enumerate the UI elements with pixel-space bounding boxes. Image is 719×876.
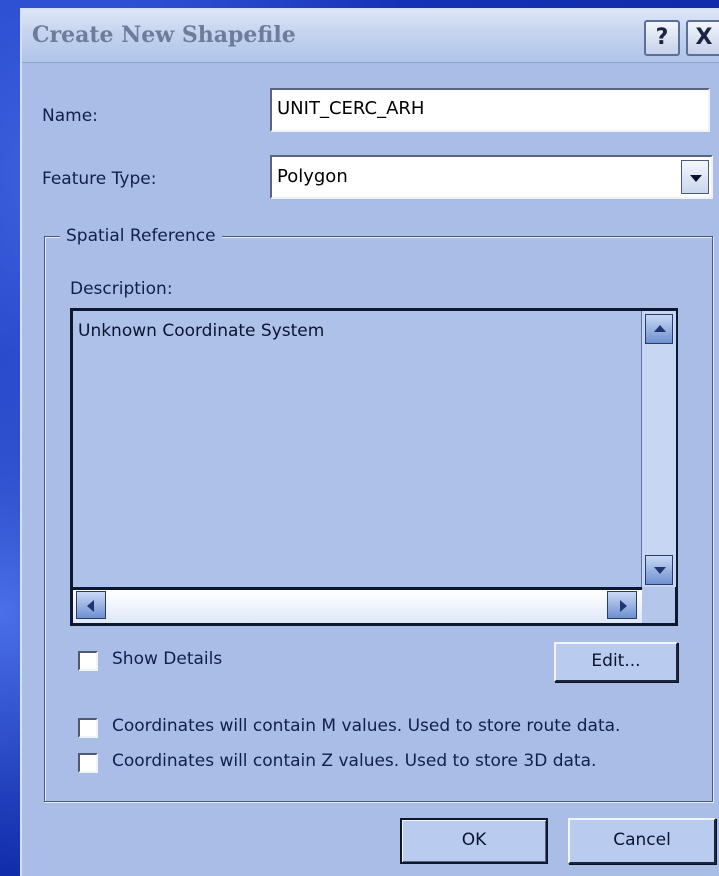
scroll-right-icon[interactable] bbox=[607, 591, 637, 619]
close-button[interactable]: X bbox=[686, 20, 719, 56]
scroll-down-icon[interactable] bbox=[645, 555, 673, 585]
cancel-button[interactable]: Cancel bbox=[568, 818, 716, 864]
show-details-label: Show Details bbox=[112, 649, 223, 669]
z-values-label: Coordinates will contain Z values. Used … bbox=[112, 751, 597, 771]
name-input[interactable]: UNIT_CERC_ARH bbox=[270, 88, 710, 132]
m-values-checkbox[interactable] bbox=[78, 718, 98, 738]
spatial-reference-label: Spatial Reference bbox=[60, 226, 222, 246]
scroll-up-icon[interactable] bbox=[645, 314, 673, 344]
feature-type-value: Polygon bbox=[277, 166, 348, 187]
dialog-title: Create New Shapefile bbox=[32, 22, 296, 48]
m-values-label: Coordinates will contain M values. Used … bbox=[112, 716, 621, 736]
title-bar[interactable]: Create New Shapefile ? X bbox=[22, 10, 719, 63]
vertical-scrollbar[interactable] bbox=[641, 311, 676, 587]
name-label: Name: bbox=[42, 106, 98, 126]
feature-type-label: Feature Type: bbox=[42, 169, 157, 189]
description-text: Unknown Coordinate System bbox=[78, 321, 325, 341]
feature-type-select[interactable]: Polygon bbox=[270, 155, 713, 199]
scroll-left-icon[interactable] bbox=[76, 591, 106, 619]
show-details-checkbox[interactable] bbox=[78, 651, 98, 671]
create-shapefile-dialog: Create New Shapefile ? X Name: UNIT_CERC… bbox=[20, 8, 719, 876]
ok-button[interactable]: OK bbox=[400, 818, 548, 864]
scrollbar-corner bbox=[642, 587, 675, 623]
description-box[interactable]: Unknown Coordinate System bbox=[70, 308, 678, 626]
description-label: Description: bbox=[70, 279, 173, 299]
z-values-checkbox[interactable] bbox=[78, 753, 98, 773]
horizontal-scrollbar[interactable] bbox=[73, 587, 642, 623]
help-button[interactable]: ? bbox=[644, 20, 680, 56]
edit-button[interactable]: Edit... bbox=[554, 642, 678, 682]
dropdown-arrow-icon[interactable] bbox=[681, 160, 709, 194]
